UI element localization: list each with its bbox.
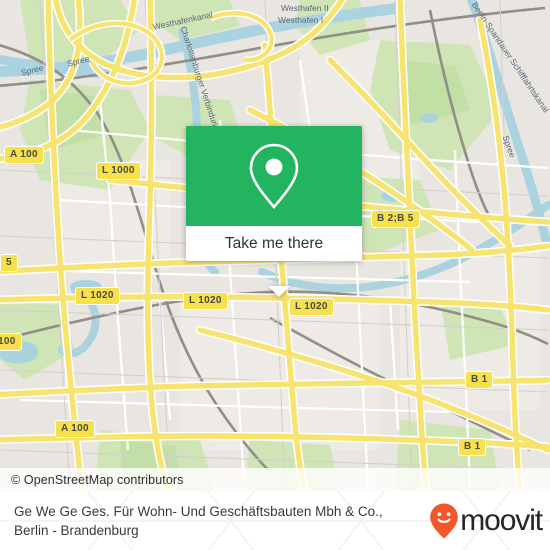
take-me-there-button[interactable]: Take me there <box>186 226 362 261</box>
osm-attribution-bar: © OpenStreetMap contributors <box>0 468 550 491</box>
page-footer: Ge We Ge Ges. Für Wohn- Und Geschäftsbau… <box>0 491 550 550</box>
callout-header <box>186 126 362 226</box>
osm-attribution-text: © OpenStreetMap contributors <box>11 472 184 487</box>
road-shield: L 1000 <box>96 162 141 180</box>
road-shield: 100 <box>0 333 22 351</box>
road-shield: L 1020 <box>75 287 120 305</box>
map-pin-icon <box>249 143 299 210</box>
map-water-label: Westhafen I <box>278 15 324 25</box>
take-me-there-label: Take me there <box>224 234 324 252</box>
location-title: Ge We Ge Ges. Für Wohn- Und Geschäftsbau… <box>14 503 383 538</box>
callout-pointer-tail <box>268 286 290 297</box>
map-canvas[interactable]: Westhafenkanal Westhafen II Westhafen I Cha… <box>0 0 550 491</box>
road-shield: 5 <box>0 254 18 272</box>
road-shield: L 1020 <box>289 298 334 316</box>
location-callout-card[interactable]: Take me there <box>186 126 362 297</box>
moovit-smiley-pin-icon <box>430 503 459 538</box>
moovit-map-page: Westhafenkanal Westhafen II Westhafen I Cha… <box>0 0 550 550</box>
road-shield: A 100 <box>55 420 95 438</box>
road-shield: B 1 <box>465 371 494 389</box>
moovit-wordmark: moovit <box>460 503 543 537</box>
road-shield: A 100 <box>4 146 44 164</box>
moovit-logo[interactable]: moovit <box>429 502 543 540</box>
road-shield: B 2;B 5 <box>371 210 420 228</box>
road-shield: B 1 <box>458 438 487 456</box>
road-shield: L 1020 <box>183 292 228 310</box>
map-water-label: Westhafen II <box>281 3 329 13</box>
